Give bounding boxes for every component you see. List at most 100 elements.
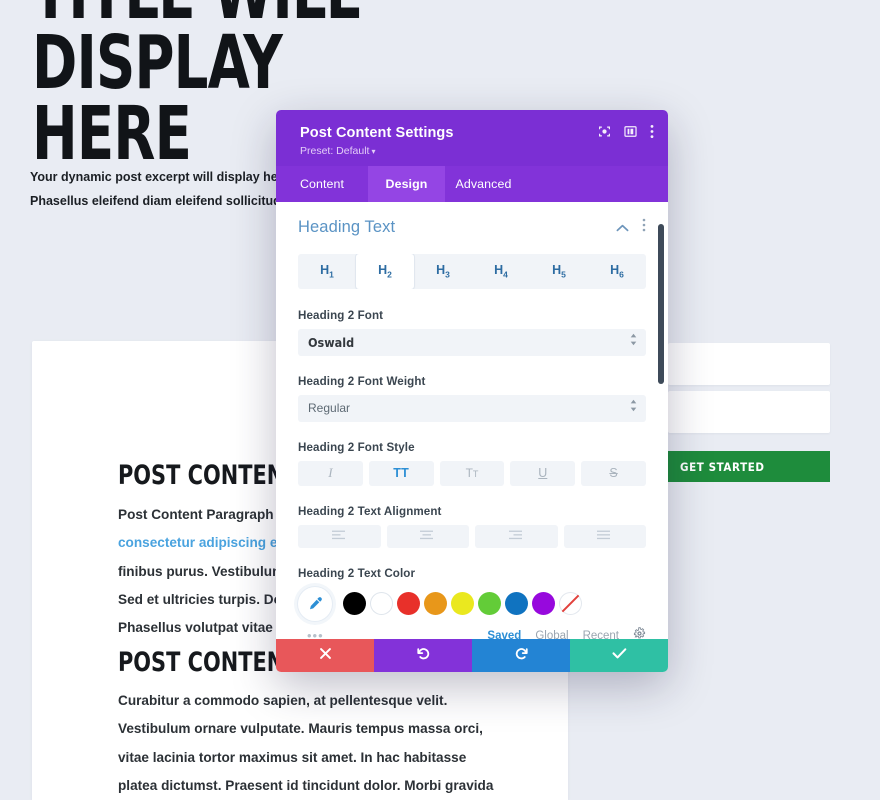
swatch-yellow[interactable] (451, 592, 474, 616)
spinner-arrows-icon (630, 399, 637, 417)
swatch-transparent[interactable] (559, 592, 582, 616)
h2-label: H (378, 263, 388, 278)
swatch-black[interactable] (343, 592, 366, 616)
tab-content[interactable]: Content (276, 166, 368, 202)
h6-sub: 6 (619, 269, 624, 280)
swatch-green[interactable] (478, 592, 501, 616)
h1-sub: 1 (329, 269, 334, 280)
modal-body: Heading Text H1 H2 H3 H4 H5 H6 Heading 2… (276, 202, 668, 639)
color-source-tabs: Saved Global Recent (487, 626, 646, 639)
tab-advanced[interactable]: Advanced (445, 166, 522, 202)
color-swatch-row (298, 586, 646, 621)
scrollbar-thumb[interactable] (658, 224, 664, 385)
undo-button[interactable] (374, 639, 472, 672)
settings-scroll-area: Heading Text H1 H2 H3 H4 H5 H6 Heading 2… (276, 202, 668, 639)
font-weight-select-value: Regular (308, 401, 351, 416)
h1-label: H (320, 263, 330, 278)
h5-sub: 5 (561, 269, 566, 280)
text-alignment-field-label: Heading 2 Text Alignment (298, 504, 442, 518)
screen: TITLE WILL DISPLAY HERE Your dynamic pos… (0, 0, 880, 800)
spinner-arrows-icon (630, 333, 637, 351)
align-justify-button[interactable] (563, 524, 646, 548)
swatch-red[interactable] (397, 592, 420, 616)
align-left-button[interactable] (298, 524, 381, 548)
tab-design[interactable]: Design (368, 166, 445, 203)
font-style-uppercase-button[interactable]: TT (368, 460, 434, 486)
heading-level-tabs: H1 H2 H3 H4 H5 H6 (298, 254, 646, 289)
swatch-purple[interactable] (532, 592, 555, 616)
undo-icon (416, 646, 431, 666)
close-icon (319, 647, 332, 665)
discard-button[interactable] (276, 639, 374, 672)
small-caps-icon: TT (466, 466, 479, 480)
align-center-button[interactable] (386, 524, 469, 548)
side-form-field-1[interactable] (668, 343, 830, 385)
h4-label: H (494, 263, 504, 278)
text-color-field-label: Heading 2 Text Color (298, 566, 416, 580)
font-style-strikethrough-button[interactable]: S (581, 460, 646, 486)
strikethrough-icon: S (609, 466, 618, 481)
swatch-orange[interactable] (424, 592, 447, 616)
more-vertical-icon[interactable] (650, 124, 654, 139)
smallcaps-glyph-a: T (465, 466, 473, 481)
font-select-value: Oswald (308, 334, 355, 350)
align-justify-icon (597, 527, 612, 545)
swatch-blue[interactable] (505, 592, 528, 616)
paragraph-link[interactable]: consectetur adipiscing elit (118, 535, 289, 550)
h4-sub: 4 (503, 269, 508, 280)
chevron-up-icon[interactable] (616, 219, 629, 237)
align-right-button[interactable] (475, 524, 558, 548)
save-button[interactable] (570, 639, 668, 672)
modal-tab-bar: Content Design Advanced (276, 166, 668, 203)
eyedropper-icon[interactable] (298, 586, 332, 621)
font-style-smallcaps-button[interactable]: TT (439, 460, 505, 486)
smallcaps-glyph-b: T (472, 469, 479, 480)
settings-scrollbar[interactable] (658, 202, 664, 639)
chevron-down-icon: ▾ (371, 147, 376, 157)
more-vertical-icon[interactable] (642, 218, 646, 237)
text-alignment-buttons (298, 524, 646, 548)
check-icon (611, 647, 627, 665)
get-started-button[interactable]: GET STARTED (668, 451, 830, 482)
heading-level-tab-h5[interactable]: H5 (530, 254, 588, 289)
swatch-white[interactable] (370, 592, 393, 616)
heading-level-tab-h1[interactable]: H1 (298, 254, 356, 289)
font-style-italic-button[interactable]: I (298, 460, 363, 486)
h6-label: H (610, 263, 620, 278)
font-style-field-label: Heading 2 Font Style (298, 440, 415, 454)
color-tab-recent[interactable]: Recent (583, 630, 619, 639)
underline-icon: U (538, 466, 548, 481)
font-weight-select[interactable]: Regular (298, 394, 646, 422)
post-content-settings-modal: Post Content Settings Preset: Default ▾ C… (276, 110, 668, 672)
font-style-underline-button[interactable]: U (510, 460, 576, 486)
h3-label: H (436, 263, 446, 278)
heading-level-tab-h6[interactable]: H6 (588, 254, 646, 289)
preset-selector[interactable]: Preset: Default ▾ (300, 145, 650, 157)
heading-text-section-header: Heading Text (298, 218, 646, 237)
font-field-label: Heading 2 Font (298, 308, 384, 322)
heading-level-tab-h4[interactable]: H4 (472, 254, 530, 289)
modal-header-icons (598, 124, 654, 139)
redo-icon (514, 646, 529, 666)
color-tab-saved[interactable]: Saved (487, 630, 521, 639)
preset-label: Preset: Default (300, 145, 370, 158)
ellipsis-icon[interactable]: ••• (298, 628, 324, 639)
font-select[interactable]: Oswald (298, 328, 646, 356)
redo-button[interactable] (472, 639, 570, 672)
section-actions (616, 218, 646, 237)
heading-level-tab-h3[interactable]: H3 (414, 254, 472, 289)
gear-icon[interactable] (633, 626, 646, 639)
focus-target-icon[interactable] (598, 125, 611, 138)
align-left-icon (331, 527, 347, 545)
side-form-field-2[interactable] (668, 391, 830, 433)
modal-footer (276, 639, 668, 672)
h5-label: H (552, 263, 562, 278)
color-meta-row: ••• Saved Global Recent (298, 626, 646, 639)
italic-icon: I (328, 465, 333, 481)
heading-level-tab-h2[interactable]: H2 (356, 254, 414, 289)
align-center-icon (420, 527, 435, 545)
color-tab-global[interactable]: Global (535, 630, 568, 639)
post-content-paragraph-2: Curabitur a commodo sapien, at pellentes… (118, 693, 494, 793)
h3-sub: 3 (445, 269, 450, 280)
layout-panel-icon[interactable] (624, 125, 637, 138)
